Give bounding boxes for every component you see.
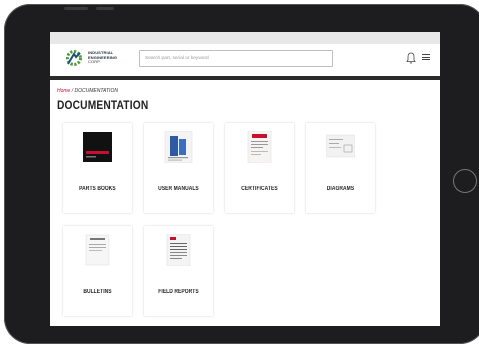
card-label: PARTS BOOKS	[79, 186, 116, 192]
breadcrumb: Home / DOCUMENTATION	[57, 88, 118, 94]
header-divider	[50, 76, 440, 80]
logo-text: INDUSTRIAL ENGINEERING CORP.	[88, 50, 117, 65]
card-label: BULLETINS	[83, 289, 112, 295]
breadcrumb-current: DOCUMENTATION	[74, 88, 118, 94]
gear-logo-icon	[66, 50, 82, 66]
user-manual-thumbnail	[164, 131, 193, 163]
tablet-volume-button	[64, 7, 88, 10]
card-label: FIELD REPORTS	[158, 289, 199, 295]
bell-icon[interactable]	[406, 52, 416, 64]
search-input[interactable]: Search part, serial or keyword	[139, 50, 333, 67]
page-title: DOCUMENTATION	[57, 98, 149, 112]
card-diagrams[interactable]: DIAGRAMS	[306, 123, 375, 213]
status-band	[50, 32, 440, 44]
app-screen: INDUSTRIAL ENGINEERING CORP. Search part…	[50, 32, 440, 326]
breadcrumb-home-link[interactable]: Home	[57, 88, 70, 94]
company-logo[interactable]: INDUSTRIAL ENGINEERING CORP.	[64, 48, 117, 68]
card-field-reports[interactable]: FIELD REPORTS	[144, 226, 213, 316]
card-label: DIAGRAMS	[326, 186, 355, 192]
certificate-thumbnail	[247, 131, 272, 163]
card-bulletins[interactable]: BULLETINS	[63, 226, 132, 316]
tablet-volume-button	[96, 7, 114, 10]
hamburger-menu-icon[interactable]	[422, 54, 430, 62]
card-certificates[interactable]: CERTIFICATES	[225, 123, 294, 213]
parts-book-thumbnail	[83, 132, 112, 162]
logo-line-3: CORP.	[88, 59, 101, 65]
card-label: USER MANUALS	[158, 186, 199, 192]
field-report-thumbnail	[166, 234, 191, 266]
diagram-thumbnail	[326, 134, 355, 158]
bulletin-thumbnail	[85, 234, 110, 266]
tablet-home-button[interactable]	[453, 169, 477, 193]
card-user-manuals[interactable]: USER MANUALS	[144, 123, 213, 213]
card-parts-books[interactable]: PARTS BOOKS	[63, 123, 132, 213]
card-label: CERTIFICATES	[241, 186, 278, 192]
site-header: INDUSTRIAL ENGINEERING CORP. Search part…	[50, 44, 440, 78]
